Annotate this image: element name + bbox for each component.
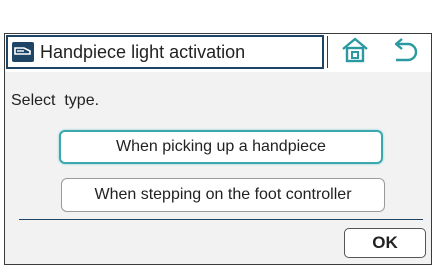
title-bar: Handpiece light activation — [5, 34, 431, 72]
option-label: When picking up a handpiece — [116, 138, 326, 155]
screen: Handpiece light activation Select type. … — [0, 0, 436, 267]
ok-label: OK — [372, 233, 398, 252]
ok-button[interactable]: OK — [344, 228, 426, 258]
page-title: Handpiece light activation — [40, 41, 246, 62]
option-picking-up-handpiece[interactable]: When picking up a handpiece — [59, 130, 383, 164]
title-divider — [327, 36, 328, 68]
back-arrow-icon — [390, 36, 420, 69]
title-box: Handpiece light activation — [6, 35, 324, 69]
option-foot-controller[interactable]: When stepping on the foot controller — [61, 178, 385, 212]
option-label: When stepping on the foot controller — [94, 186, 352, 203]
handpiece-icon — [12, 42, 34, 62]
dialog-frame: Handpiece light activation Select type. … — [4, 33, 432, 265]
prompt-text: Select type. — [11, 92, 100, 109]
home-icon — [341, 37, 369, 68]
home-button[interactable] — [335, 36, 375, 68]
footer-divider — [19, 219, 423, 220]
back-button[interactable] — [383, 36, 427, 68]
